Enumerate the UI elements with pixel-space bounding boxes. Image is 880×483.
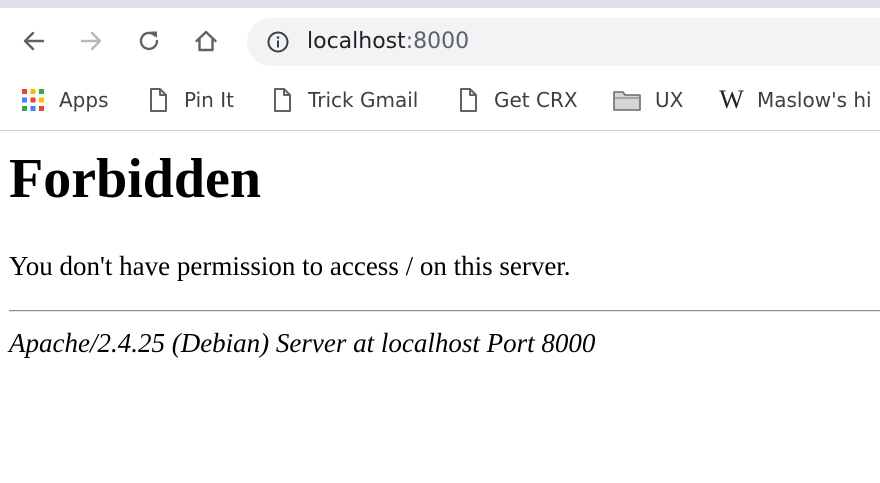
window-top-strip (0, 0, 880, 8)
address-bar[interactable]: localhost:8000 (247, 18, 880, 66)
bookmark-get-crx[interactable]: Get CRX (455, 85, 578, 115)
url-host: localhost (307, 29, 406, 54)
arrow-right-icon (80, 31, 102, 51)
page-title: Forbidden (9, 148, 262, 210)
browser-toolbar: localhost:8000 (0, 8, 880, 75)
folder-icon (612, 87, 642, 113)
bookmark-label: Pin It (184, 88, 234, 112)
page-icon (455, 87, 481, 113)
page-icon (145, 87, 171, 113)
server-signature: Apache/2.4.25 (Debian) Server at localho… (9, 328, 596, 358)
home-icon (195, 30, 217, 52)
horizontal-rule (9, 310, 880, 312)
page-content: Forbidden You don't have permission to a… (0, 131, 880, 483)
bookmark-label: Maslow's hi (757, 88, 872, 112)
bookmark-trick-gmail[interactable]: Trick Gmail (269, 85, 418, 115)
bookmark-pin-it[interactable]: Pin It (145, 85, 234, 115)
bookmark-apps[interactable]: Apps (20, 85, 109, 115)
wikipedia-icon: W (718, 85, 744, 114)
reload-icon (139, 31, 159, 51)
bookmark-label: Get CRX (494, 88, 578, 112)
wikipedia-w: W (719, 85, 744, 114)
page-icon (269, 87, 295, 113)
home-button[interactable] (191, 26, 221, 56)
url-text[interactable]: localhost:8000 (307, 29, 469, 55)
forward-button[interactable] (76, 26, 106, 56)
back-button[interactable] (19, 26, 49, 56)
reload-button[interactable] (134, 26, 164, 56)
url-port: :8000 (405, 29, 470, 54)
info-icon[interactable] (267, 31, 289, 53)
apps-grid-icon (20, 87, 46, 113)
bookmark-label: UX (655, 88, 684, 112)
bookmark-label: Apps (59, 88, 109, 112)
bookmarks-bar: Apps Pin It Trick Gmail Get CRX UX W Mas… (0, 75, 880, 131)
bookmark-maslows[interactable]: W Maslow's hi (718, 85, 872, 115)
bookmark-ux-folder[interactable]: UX (612, 85, 683, 115)
bookmark-label: Trick Gmail (308, 88, 419, 112)
error-message: You don't have permission to access / on… (9, 251, 571, 281)
arrow-left-icon (23, 31, 45, 51)
